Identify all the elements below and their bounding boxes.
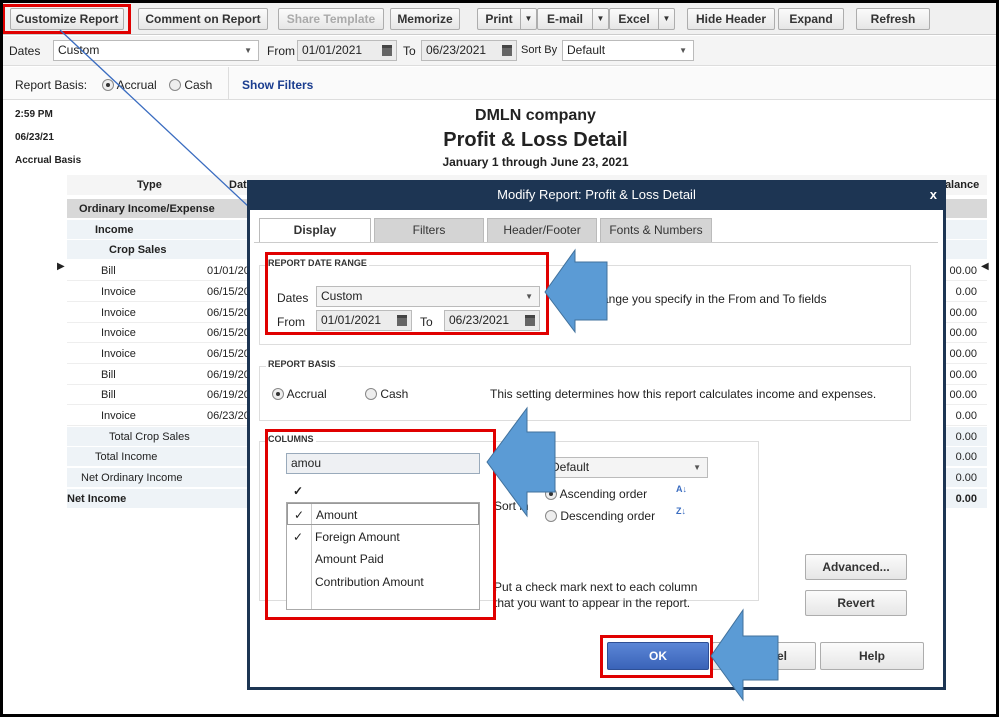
arrow-left-icon — [486, 406, 556, 518]
arrow-left-icon — [710, 608, 779, 702]
arrow-left-icon — [544, 248, 608, 334]
annotation-arrows — [486, 248, 779, 702]
